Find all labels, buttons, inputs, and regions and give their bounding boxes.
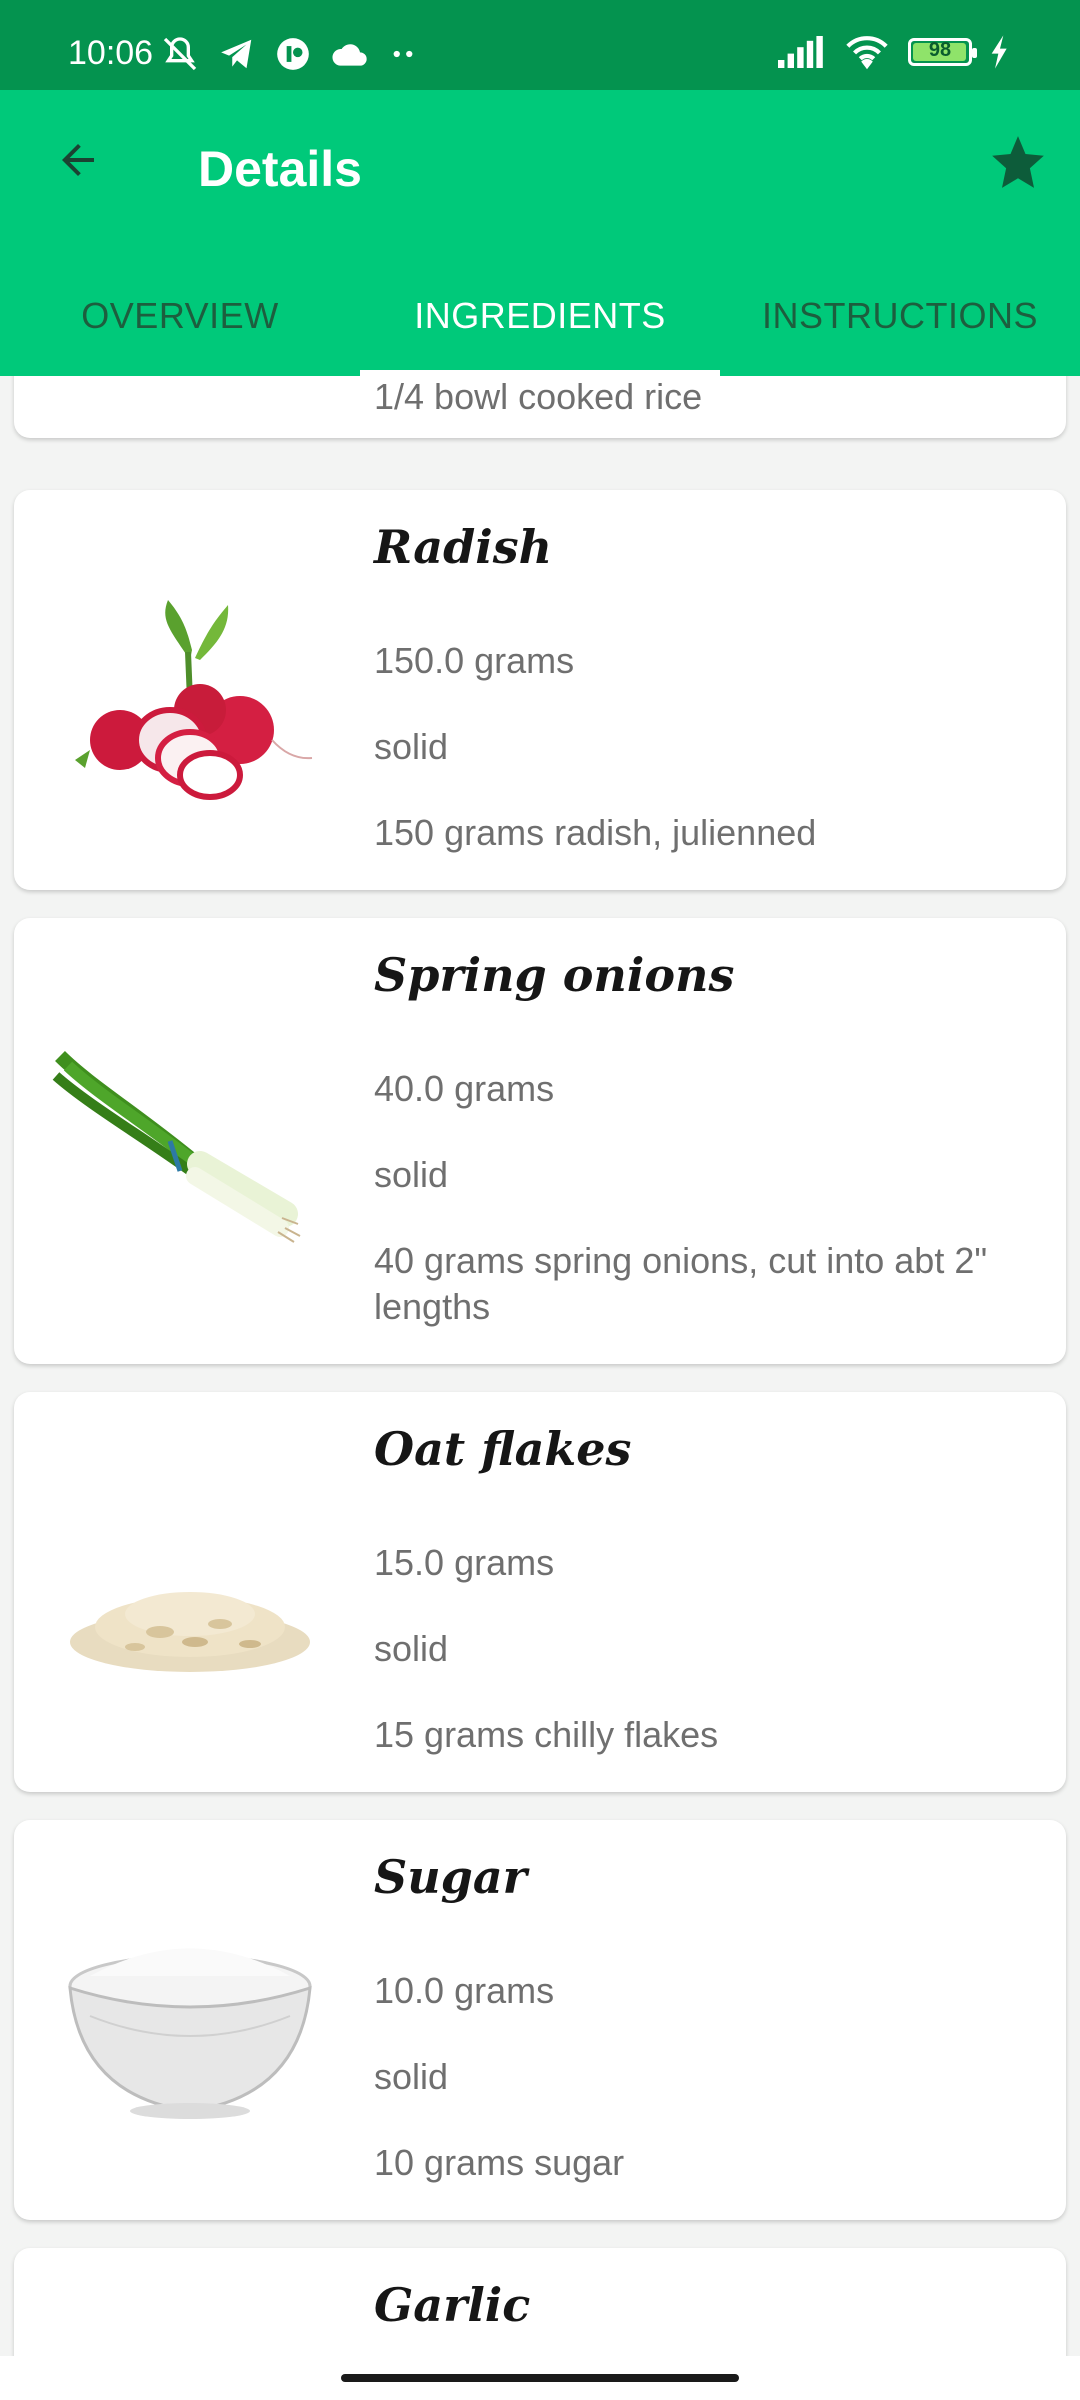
ingredient-description: 10 grams sugar	[374, 2142, 625, 2183]
battery-percent: 98	[928, 39, 952, 61]
app-bar: Details	[0, 90, 1080, 255]
page-title: Details	[198, 141, 362, 197]
status-right-icons: 98	[778, 34, 1010, 70]
ingredient-quantity: 15.0 grams	[374, 1542, 555, 1583]
oat-flakes-image	[70, 1592, 310, 1672]
ingredient-card-radish[interactable]: Radish 150.0 grams solid 150 grams radis…	[14, 490, 1066, 890]
ingredient-quantity: 10.0 grams	[374, 1970, 555, 2011]
ingredient-name: Oat flakes	[374, 1422, 632, 1476]
ingredient-quantity: 150.0 grams	[374, 640, 575, 681]
spring-onions-image	[52, 1051, 301, 1243]
arrow-left-icon	[62, 144, 94, 176]
charging-icon	[991, 35, 1007, 69]
battery-icon: 98	[908, 38, 977, 66]
ingredient-card-spring-onions[interactable]: Spring onions 40.0 grams solid 40 grams …	[14, 918, 1066, 1364]
tab-ingredients-label: INGREDIENTS	[414, 294, 666, 336]
ingredient-description: 1/4 bowl cooked rice	[374, 376, 703, 417]
tab-instructions[interactable]: INSTRUCTIONS	[720, 255, 1080, 376]
ingredient-name: Sugar	[374, 1850, 527, 1904]
ingredient-type: solid	[374, 2056, 449, 2097]
star-icon	[992, 136, 1044, 188]
more-dots-icon	[393, 50, 413, 58]
status-bar: 10:06 98	[0, 0, 1080, 90]
ingredient-name: Spring onions	[374, 948, 735, 1002]
ingredient-card-oat-flakes[interactable]: Oat flakes 15.0 grams solid 15 grams chi…	[14, 1392, 1066, 1792]
tab-instructions-label: INSTRUCTIONS	[762, 294, 1038, 336]
app-icon	[277, 38, 309, 70]
status-left-icons	[160, 34, 418, 74]
radish-image	[75, 600, 313, 800]
ingredient-list[interactable]: 1/4 bowl cooked rice Radish 150.0 grams …	[0, 376, 1080, 2356]
tab-overview-label: OVERVIEW	[81, 294, 279, 336]
home-indicator[interactable]	[341, 2374, 739, 2382]
ingredient-name: Garlic	[374, 2278, 531, 2332]
ingredient-card-partial[interactable]: 1/4 bowl cooked rice	[14, 376, 1066, 438]
ingredient-description: 40 grams spring onions, cut into abt 2" …	[374, 1240, 988, 1327]
signal-icon	[778, 36, 823, 68]
ingredient-name: Radish	[374, 520, 553, 574]
tab-overview[interactable]: OVERVIEW	[0, 255, 360, 376]
ingredient-card-sugar[interactable]: Sugar 10.0 grams solid 10 grams sugar	[14, 1820, 1066, 2220]
ingredient-description: 150 grams radish, julienned	[374, 812, 817, 853]
favorite-button[interactable]	[982, 126, 1054, 198]
ingredient-type: solid	[374, 1154, 449, 1195]
ingredient-type: solid	[374, 726, 449, 767]
ingredient-card-garlic[interactable]: Garlic	[14, 2248, 1066, 2356]
status-time: 10:06	[68, 34, 154, 72]
ingredient-type: solid	[374, 1628, 449, 1669]
cloud-icon	[332, 44, 367, 66]
tab-ingredients[interactable]: INGREDIENTS	[360, 255, 720, 376]
tab-bar: OVERVIEW INGREDIENTS INSTRUCTIONS	[0, 255, 1080, 376]
wifi-icon	[846, 36, 888, 70]
ingredient-quantity: 40.0 grams	[374, 1068, 555, 1109]
ingredient-description: 15 grams chilly flakes	[374, 1714, 719, 1755]
back-button[interactable]	[44, 126, 112, 194]
telegram-icon	[221, 39, 252, 69]
mute-bell-icon	[163, 37, 197, 71]
sugar-bowl-image	[68, 1948, 312, 2119]
